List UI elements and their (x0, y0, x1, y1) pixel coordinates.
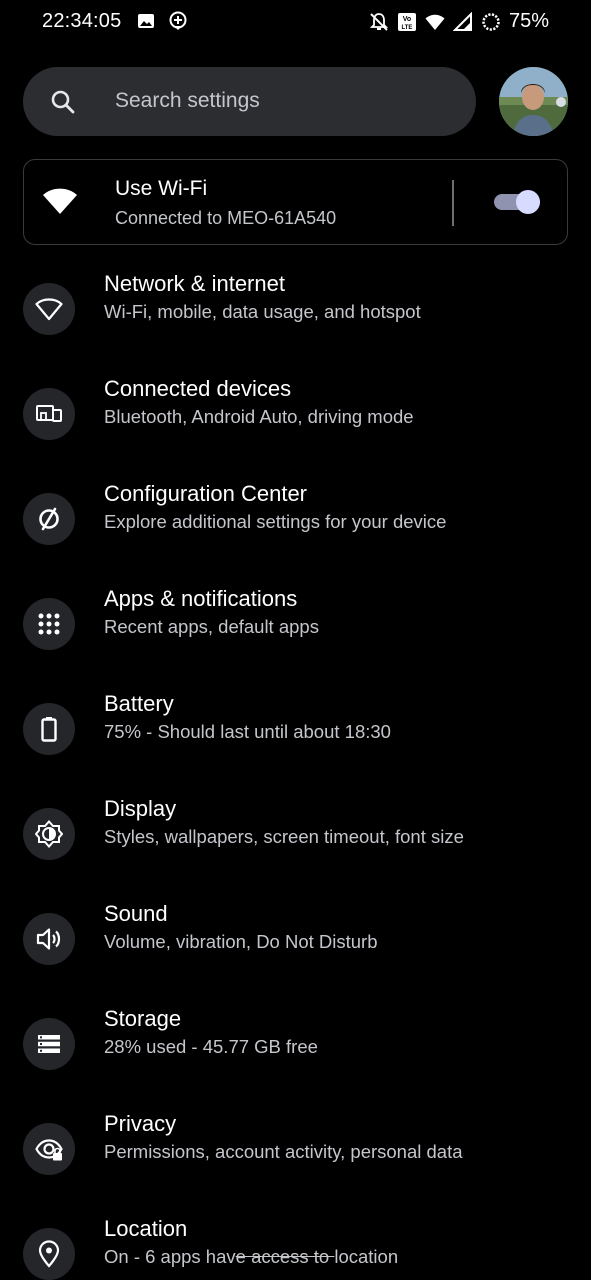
status-left-icons (136, 11, 188, 31)
location-plus-icon (168, 11, 188, 31)
settings-item-network[interactable]: Network & internet Wi-Fi, mobile, data u… (0, 271, 591, 388)
divider (452, 180, 454, 226)
wifi-icon (42, 186, 78, 218)
battery-icon (23, 703, 75, 755)
settings-item-sound[interactable]: Sound Volume, vibration, Do Not Disturb (0, 901, 591, 1018)
settings-item-battery[interactable]: Battery 75% - Should last until about 18… (0, 691, 591, 808)
status-time: 22:34:05 (42, 10, 122, 32)
item-title: Display (104, 796, 177, 821)
brightness-icon (23, 808, 75, 860)
item-subtitle: On - 6 apps have access to location (104, 1246, 398, 1268)
item-title: Network & internet (104, 271, 285, 296)
item-title: Connected devices (104, 376, 292, 401)
status-right-icons: Vo LTE 75% (369, 10, 549, 33)
settings-item-storage[interactable]: Storage 28% used - 45.77 GB free (0, 1006, 591, 1123)
item-subtitle: Explore additional settings for your dev… (104, 511, 447, 532)
svg-text:Vo: Vo (403, 16, 411, 23)
cell-signal-icon (452, 11, 473, 32)
item-subtitle: Permissions, account activity, personal … (104, 1141, 463, 1162)
apps-grid-icon (23, 598, 75, 650)
item-title: Privacy (104, 1111, 177, 1136)
location-pin-icon (23, 1228, 75, 1280)
item-title: Configuration Center (104, 481, 308, 506)
settings-item-configuration-center[interactable]: Configuration Center Explore additional … (0, 481, 591, 598)
wifi-outline-icon (23, 283, 75, 335)
item-title: Sound (104, 901, 168, 926)
item-subtitle: 28% used - 45.77 GB free (104, 1036, 318, 1057)
toggle-thumb (516, 190, 540, 214)
settings-item-apps[interactable]: Apps & notifications Recent apps, defaul… (0, 586, 591, 703)
item-subtitle: Bluetooth, Android Auto, driving mode (104, 406, 414, 427)
item-title: Battery (104, 691, 174, 716)
volte-icon: Vo LTE (397, 12, 417, 32)
image-icon (136, 11, 156, 31)
use-wifi-title: Use Wi-Fi (115, 177, 208, 200)
battery-ring-icon (481, 12, 501, 32)
settings-item-privacy[interactable]: Privacy Permissions, account activity, p… (0, 1111, 591, 1228)
item-title: Storage (104, 1006, 182, 1031)
search-placeholder: Search settings (115, 89, 260, 112)
search-bar[interactable]: Search settings (23, 67, 476, 136)
settings-item-display[interactable]: Display Styles, wallpapers, screen timeo… (0, 796, 591, 913)
item-subtitle-strike: e access to (235, 1246, 335, 1267)
item-subtitle: Volume, vibration, Do Not Disturb (104, 931, 378, 952)
status-battery-percent: 75% (508, 10, 549, 32)
settings-item-location[interactable]: Location On - 6 apps have access to loca… (0, 1216, 591, 1280)
item-subtitle-start: On - 6 apps hav (104, 1246, 236, 1267)
privacy-eye-icon (23, 1123, 75, 1175)
wifi-toggle[interactable] (494, 190, 540, 214)
item-subtitle: 75% - Should last until about 18:30 (104, 721, 391, 742)
svg-text:LTE: LTE (402, 25, 413, 31)
use-wifi-subtitle: Connected to MEO-61A540 (115, 208, 337, 228)
item-subtitle: Styles, wallpapers, screen timeout, font… (104, 826, 464, 847)
status-bar: 22:34:05 Vo LTE 75% (0, 0, 591, 44)
avatar[interactable] (499, 67, 568, 136)
volume-icon (23, 913, 75, 965)
item-subtitle: Recent apps, default apps (104, 616, 319, 637)
devices-icon (23, 388, 75, 440)
item-title: Location (104, 1216, 188, 1241)
use-wifi-card[interactable]: Use Wi-Fi Connected to MEO-61A540 (23, 159, 568, 245)
search-icon (50, 89, 76, 115)
storage-icon (23, 1018, 75, 1070)
wifi-signal-icon (425, 12, 445, 32)
item-subtitle-end: location (334, 1246, 399, 1267)
item-subtitle: Wi-Fi, mobile, data usage, and hotspot (104, 301, 421, 322)
notifications-off-icon (369, 12, 389, 32)
settings-item-connected-devices[interactable]: Connected devices Bluetooth, Android Aut… (0, 376, 591, 493)
item-title: Apps & notifications (104, 586, 298, 611)
config-icon (23, 493, 75, 545)
